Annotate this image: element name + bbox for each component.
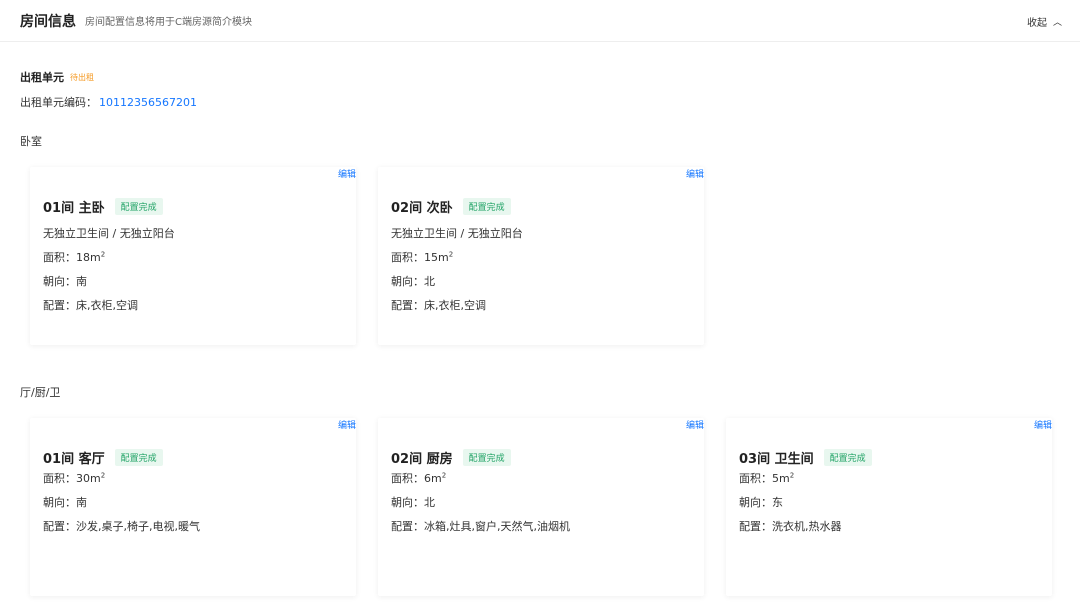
- edit-button[interactable]: 编辑: [338, 418, 356, 431]
- room-card-living-room: 编辑 01间 客厅 配置完成 面积：30m2 朝向：南 配置：沙发,桌子,椅子,…: [30, 418, 356, 596]
- room-area-value: 面积：15m: [391, 251, 449, 264]
- chevron-up-icon: ︿: [1052, 18, 1062, 28]
- room-area-value: 面积：5m: [739, 472, 790, 485]
- square-superscript: 2: [789, 471, 795, 480]
- edit-button[interactable]: 编辑: [338, 167, 356, 180]
- square-superscript: 2: [100, 471, 106, 480]
- rental-unit-code: 出租单元编码： 10112356567201: [20, 94, 197, 110]
- room-area: 面积：5m2: [739, 470, 794, 486]
- section-header: 房间信息 房间配置信息将用于C端房源简介模块 收起 ︿: [0, 0, 1080, 42]
- room-area: 面积：30m2: [43, 470, 105, 486]
- room-header: 01间 客厅 配置完成: [43, 448, 163, 467]
- room-orientation: 朝向：东: [739, 496, 783, 509]
- room-header: 03间 卫生间 配置完成: [739, 448, 872, 467]
- room-name: 03间 卫生间: [739, 452, 814, 467]
- room-area: 面积：6m2: [391, 470, 446, 486]
- square-superscript: 2: [448, 250, 454, 259]
- status-badge: 配置完成: [462, 449, 511, 466]
- room-header: 02间 厨房 配置完成: [391, 448, 511, 467]
- room-area: 面积：15m2: [391, 249, 453, 265]
- square-superscript: 2: [100, 250, 106, 259]
- room-name: 02间 厨房: [391, 452, 453, 467]
- room-orientation: 朝向：南: [43, 496, 87, 509]
- room-config: 配置：洗衣机,热水器: [739, 520, 842, 533]
- common-section-label: 厅/厨/卫: [20, 386, 61, 399]
- room-header: 01间 主卧 配置完成: [43, 197, 163, 216]
- room-name: 02间 次卧: [391, 201, 453, 216]
- status-badge: 配置完成: [114, 449, 163, 466]
- collapse-button[interactable]: 收起 ︿: [1027, 14, 1062, 29]
- room-area: 面积：18m2: [43, 249, 105, 265]
- page-title: 房间信息: [20, 13, 76, 30]
- page-subtitle: 房间配置信息将用于C端房源简介模块: [85, 17, 252, 28]
- rental-unit-code-label: 出租单元编码：: [20, 96, 97, 109]
- room-area-value: 面积：6m: [391, 472, 442, 485]
- square-superscript: 2: [441, 471, 447, 480]
- room-config: 配置：床,衣柜,空调: [43, 299, 138, 312]
- room-name: 01间 主卧: [43, 201, 105, 216]
- rental-unit-title: 出租单元 待出租: [20, 69, 94, 85]
- edit-button[interactable]: 编辑: [1034, 418, 1052, 431]
- room-info-page: 房间信息 房间配置信息将用于C端房源简介模块 收起 ︿ 出租单元 待出租 出租单…: [0, 0, 1080, 608]
- room-card-master-bedroom: 编辑 01间 主卧 配置完成 无独立卫生间 / 无独立阳台 面积：18m2 朝向…: [30, 167, 356, 345]
- room-area-value: 面积：30m: [43, 472, 101, 485]
- status-badge: 配置完成: [114, 198, 163, 215]
- room-card-kitchen: 编辑 02间 厨房 配置完成 面积：6m2 朝向：北 配置：冰箱,灶具,窗户,天…: [378, 418, 704, 596]
- room-name: 01间 客厅: [43, 452, 105, 467]
- status-badge: 配置完成: [462, 198, 511, 215]
- room-card-bathroom: 编辑 03间 卫生间 配置完成 面积：5m2 朝向：东 配置：洗衣机,热水器: [726, 418, 1052, 596]
- room-orientation: 朝向：南: [43, 275, 87, 288]
- rental-unit-label: 出租单元: [20, 71, 64, 84]
- rental-status-badge: 待出租: [70, 72, 94, 82]
- room-description: 无独立卫生间 / 无独立阳台: [391, 227, 523, 240]
- room-config: 配置：冰箱,灶具,窗户,天然气,油烟机: [391, 520, 570, 533]
- room-description: 无独立卫生间 / 无独立阳台: [43, 227, 175, 240]
- bedroom-section-label: 卧室: [20, 135, 42, 148]
- room-config: 配置：沙发,桌子,椅子,电视,暖气: [43, 520, 200, 533]
- room-area-value: 面积：18m: [43, 251, 101, 264]
- edit-button[interactable]: 编辑: [686, 167, 704, 180]
- edit-button[interactable]: 编辑: [686, 418, 704, 431]
- room-orientation: 朝向：北: [391, 275, 435, 288]
- room-orientation: 朝向：北: [391, 496, 435, 509]
- room-card-second-bedroom: 编辑 02间 次卧 配置完成 无独立卫生间 / 无独立阳台 面积：15m2 朝向…: [378, 167, 704, 345]
- room-header: 02间 次卧 配置完成: [391, 197, 511, 216]
- collapse-label: 收起: [1026, 18, 1047, 29]
- room-config: 配置：床,衣柜,空调: [391, 299, 486, 312]
- status-badge: 配置完成: [823, 449, 872, 466]
- rental-unit-code-value[interactable]: 10112356567201: [99, 96, 197, 109]
